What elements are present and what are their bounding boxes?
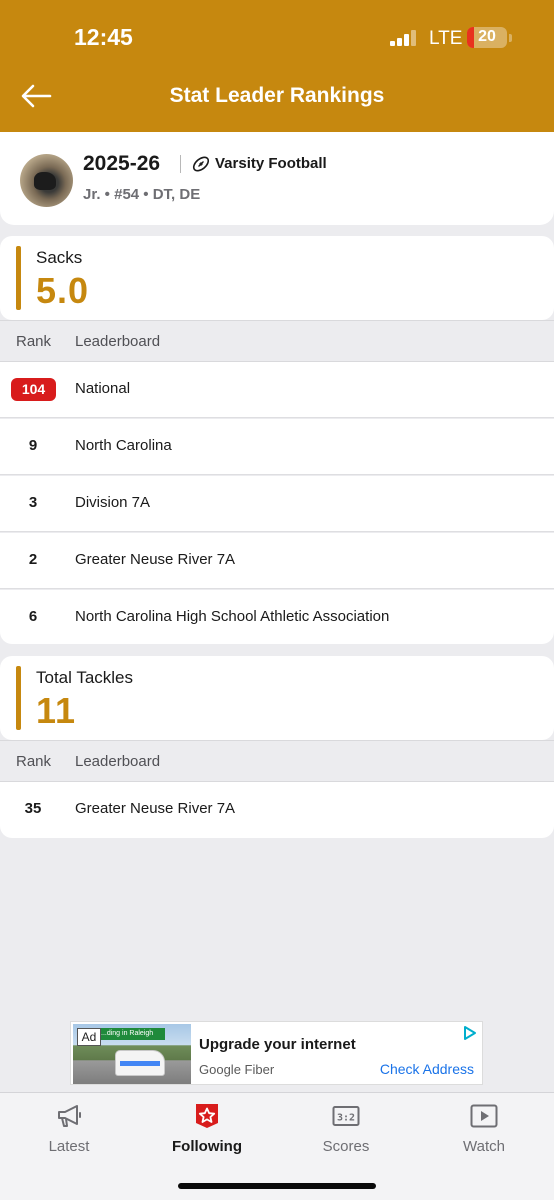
player-meta: Jr. • #54 • DT, DE <box>83 186 201 203</box>
avatar <box>20 154 73 207</box>
divider <box>180 155 181 173</box>
tackles-stat-card: Total Tackles 11 <box>0 656 554 740</box>
ad-cta-link[interactable]: Check Address <box>380 1061 474 1077</box>
status-time: 12:45 <box>74 24 133 50</box>
tab-scores[interactable]: 3:2 Scores <box>277 1093 415 1173</box>
sacks-stat-card: Sacks 5.0 <box>0 236 554 320</box>
table-row[interactable]: 9 North Carolina <box>0 419 554 475</box>
stat-label: Sacks <box>36 248 83 267</box>
football-icon <box>192 156 210 172</box>
star-badge-icon <box>196 1104 218 1128</box>
ad-banner[interactable]: ...ding in Raleigh Ad Upgrade your inter… <box>70 1021 483 1085</box>
battery-level: 20 <box>478 28 496 45</box>
rank-value: 9 <box>28 437 38 454</box>
column-header-rank: Rank <box>16 753 52 770</box>
tab-label: Latest <box>48 1138 90 1155</box>
tab-latest[interactable]: Latest <box>0 1093 138 1173</box>
ad-image-caption: ...ding in Raleigh <box>95 1028 165 1040</box>
leaderboard-name: National <box>75 380 131 397</box>
table-header: Rank Leaderboard <box>0 740 554 782</box>
table-row[interactable]: 2 Greater Neuse River 7A <box>0 533 554 589</box>
stat-value: 11 <box>36 690 77 731</box>
table-row[interactable]: 104 National <box>0 362 554 418</box>
network-label: LTE <box>429 28 463 49</box>
home-indicator <box>178 1183 376 1189</box>
page-title: Stat Leader Rankings <box>169 84 385 107</box>
leaderboard-name: Greater Neuse River 7A <box>75 800 236 817</box>
rank-value: 2 <box>28 551 38 568</box>
stat-accent-bar <box>16 246 21 310</box>
leaderboard-name: North Carolina <box>75 437 172 454</box>
stat-accent-bar <box>16 666 21 730</box>
column-header-leaderboard: Leaderboard <box>75 333 161 350</box>
tab-watch[interactable]: Watch <box>415 1093 553 1173</box>
leaderboard-name: Greater Neuse River 7A <box>75 551 236 568</box>
svg-text:3:2: 3:2 <box>337 1113 355 1124</box>
battery-icon: 20 <box>467 27 507 48</box>
season-label: 2025-26 <box>83 152 161 175</box>
leaderboard-name: North Carolina High School Athletic Asso… <box>75 608 390 625</box>
tab-following[interactable]: Following <box>138 1093 276 1173</box>
table-row[interactable]: 35 Greater Neuse River 7A <box>0 782 554 838</box>
table-header: Rank Leaderboard <box>0 320 554 362</box>
rank-value: 6 <box>28 608 38 625</box>
adchoices-icon[interactable] <box>462 1025 478 1041</box>
play-icon <box>470 1104 498 1128</box>
ad-tag: Ad <box>77 1028 101 1046</box>
tab-label: Scores <box>322 1138 370 1155</box>
rank-value: 3 <box>28 494 38 511</box>
column-header-leaderboard: Leaderboard <box>75 753 161 770</box>
megaphone-icon <box>58 1105 81 1127</box>
table-row[interactable]: 6 North Carolina High School Athletic As… <box>0 590 554 644</box>
sport-label: Varsity Football <box>215 155 327 172</box>
tab-label: Following <box>172 1138 242 1155</box>
rank-value: 35 <box>24 800 42 817</box>
tab-label: Watch <box>463 1138 505 1155</box>
app-header: 12:45 LTE 20 Stat Leader Rankings <box>0 0 554 132</box>
table-row[interactable]: 3 Division 7A <box>0 476 554 532</box>
ad-brand: Google Fiber <box>199 1062 275 1077</box>
stat-label: Total Tackles <box>36 668 134 687</box>
column-header-rank: Rank <box>16 333 52 350</box>
ad-title: Upgrade your internet <box>199 1036 356 1053</box>
stat-value: 5.0 <box>36 270 90 311</box>
rank-badge: 104 <box>11 378 56 401</box>
signal-icon <box>390 30 418 46</box>
leaderboard-name: Division 7A <box>75 494 151 511</box>
scoreboard-icon: 3:2 <box>332 1106 360 1126</box>
player-profile-card[interactable] <box>0 132 554 225</box>
